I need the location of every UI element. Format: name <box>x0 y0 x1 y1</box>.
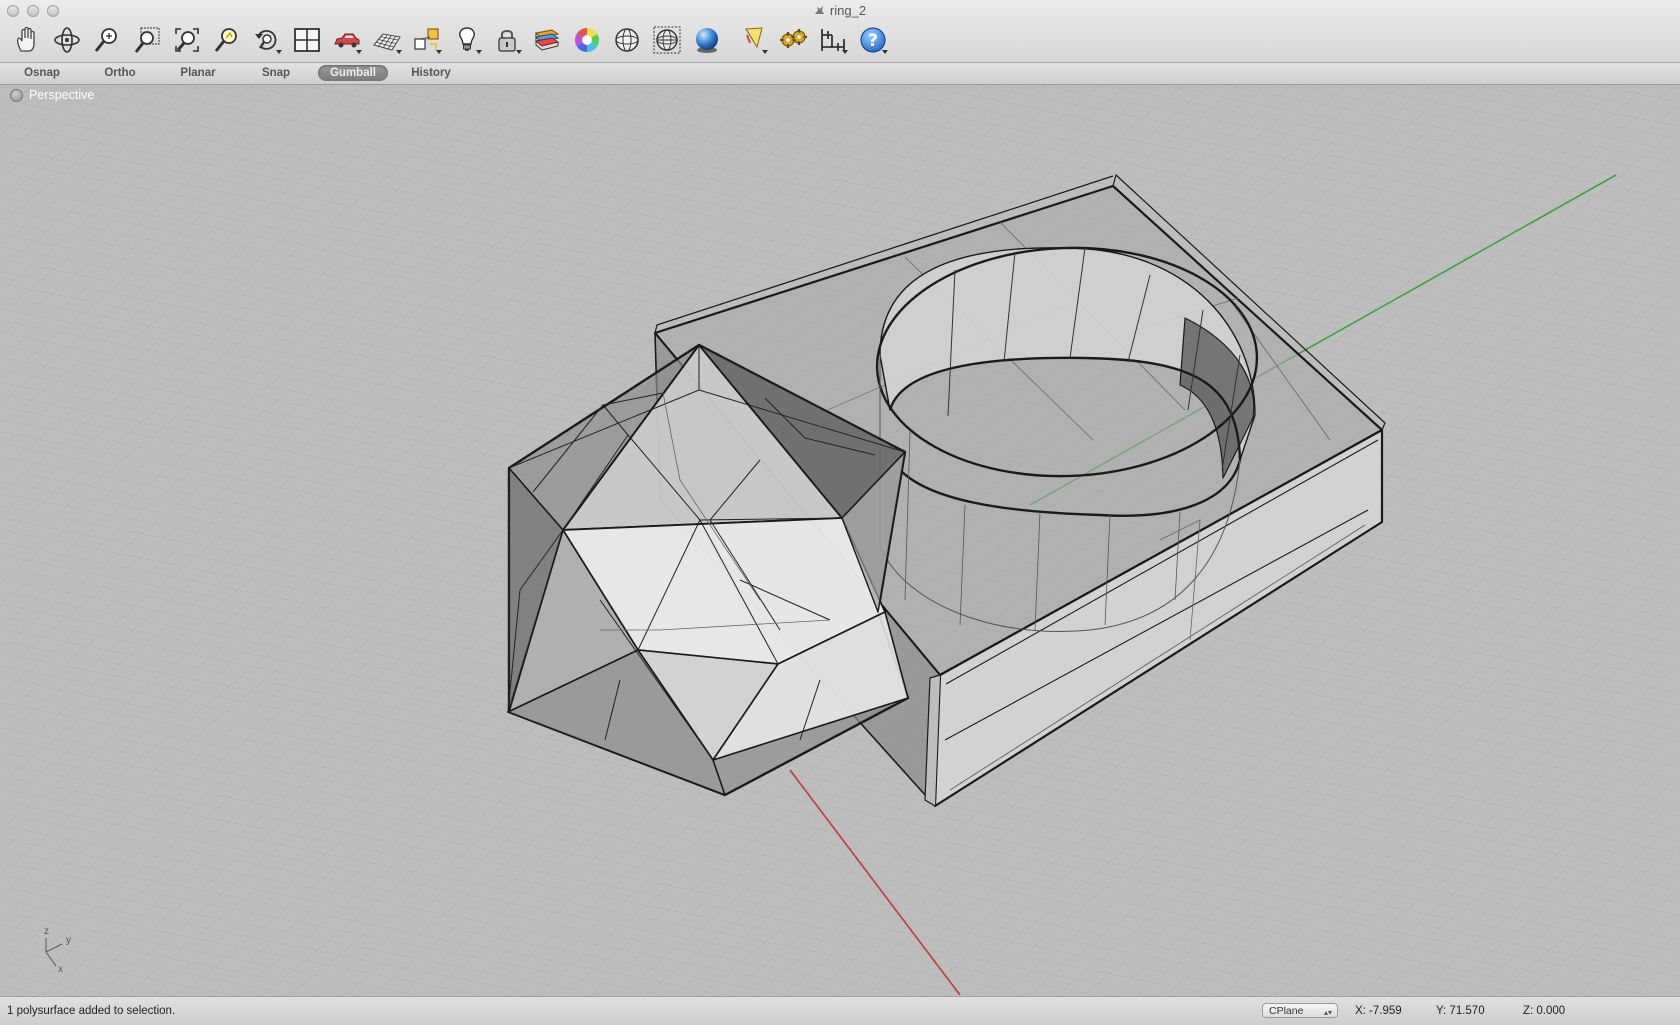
rotate-view-tool[interactable] <box>48 22 85 58</box>
zoom-in-out-icon <box>94 28 117 52</box>
y-axis-label: y <box>66 935 71 946</box>
zoom-extents-icon <box>174 28 199 52</box>
light-bulb-tool[interactable] <box>448 22 485 58</box>
options-gear-tool[interactable] <box>774 22 811 58</box>
dimension-dropdown-icon <box>842 50 848 54</box>
coord-z: Z: 0.000 <box>1523 1005 1566 1017</box>
gumball-transform-tool[interactable] <box>408 22 445 58</box>
grid-tool[interactable] <box>368 22 405 58</box>
help-dropdown-icon <box>882 50 888 54</box>
viewport-menu-dot-icon[interactable] <box>10 88 23 102</box>
mesh-sphere-icon <box>653 26 680 54</box>
light-dropdown-icon <box>476 50 482 54</box>
color-wheel-tool[interactable] <box>568 22 605 58</box>
car-render-dropdown-icon <box>356 50 362 54</box>
status-bar: 1 polysurface added to selection. CPlane… <box>0 996 1680 1025</box>
mode-toggle-bar: Osnap Ortho Planar Snap Gumball History <box>0 63 1680 85</box>
pan-hand-icon <box>16 26 35 52</box>
main-toolbar: ? <box>8 20 891 60</box>
undo-view-dropdown-icon <box>276 50 282 54</box>
help-tool[interactable]: ? <box>854 22 891 58</box>
viewport-layout-tool[interactable] <box>288 22 325 58</box>
zoom-extents-tool[interactable] <box>168 22 205 58</box>
undo-view-tool[interactable] <box>248 22 285 58</box>
window-title: ring_2 <box>0 3 1680 18</box>
wireframe-sphere-icon <box>614 28 639 52</box>
layer-book-tool[interactable] <box>528 22 565 58</box>
mesh-sphere-tool[interactable] <box>648 22 685 58</box>
zoom-window-icon <box>134 27 159 53</box>
ortho-toggle[interactable]: Ortho <box>90 65 150 81</box>
coord-y: Y: 71.570 <box>1436 1005 1485 1017</box>
lock-dropdown-icon <box>516 50 522 54</box>
select-filter-dropdown-icon <box>762 50 768 54</box>
car-render-tool[interactable] <box>328 22 365 58</box>
rotate-view-icon <box>53 27 80 53</box>
layer-book-icon <box>534 29 559 51</box>
perspective-viewport[interactable]: z y x <box>4 85 1676 995</box>
rhino-document-icon <box>814 6 824 14</box>
history-toggle[interactable]: History <box>402 65 460 81</box>
osnap-toggle[interactable]: Osnap <box>13 65 71 81</box>
pan-tool[interactable] <box>8 22 45 58</box>
x-axis-label: x <box>58 964 63 975</box>
options-gear-icon <box>779 29 807 48</box>
cplane-value: CPlane <box>1269 1005 1304 1017</box>
planar-toggle[interactable]: Planar <box>168 65 228 81</box>
viewport-layout-icon <box>293 28 320 52</box>
dimension-tool[interactable] <box>814 22 851 58</box>
viewport-title[interactable]: Perspective <box>10 88 94 102</box>
render-sphere-tool[interactable] <box>688 22 725 58</box>
z-axis-label: z <box>44 926 49 937</box>
svg-text:?: ? <box>868 31 878 51</box>
world-axes-widget: z y x <box>34 926 84 980</box>
gumball-dropdown-icon <box>436 50 442 54</box>
cplane-select[interactable]: CPlane ▴▾ <box>1262 1003 1338 1018</box>
coord-x: X: -7.959 <box>1355 1005 1402 1017</box>
zoom-selected-tool[interactable] <box>208 22 245 58</box>
wireframe-sphere-tool[interactable] <box>608 22 645 58</box>
grid-dropdown-icon <box>396 50 402 54</box>
window-title-text: ring_2 <box>829 3 867 18</box>
window-titlebar: ring_2 ? <box>0 0 1680 63</box>
lock-tool[interactable] <box>488 22 525 58</box>
status-message: 1 polysurface added to selection. <box>7 1005 176 1017</box>
cplane-updown-icon: ▴▾ <box>1323 1008 1332 1017</box>
render-sphere-icon <box>695 28 718 53</box>
zoom-in-out-tool[interactable] <box>88 22 125 58</box>
viewport-name: Perspective <box>29 88 95 102</box>
color-wheel-icon <box>574 27 599 52</box>
select-filter-tool[interactable] <box>734 22 771 58</box>
gumball-toggle[interactable]: Gumball <box>318 65 388 81</box>
zoom-selected-icon <box>214 28 237 52</box>
viewport-scene[interactable] <box>4 85 1676 995</box>
snap-toggle[interactable]: Snap <box>246 65 306 81</box>
zoom-window-tool[interactable] <box>128 22 165 58</box>
